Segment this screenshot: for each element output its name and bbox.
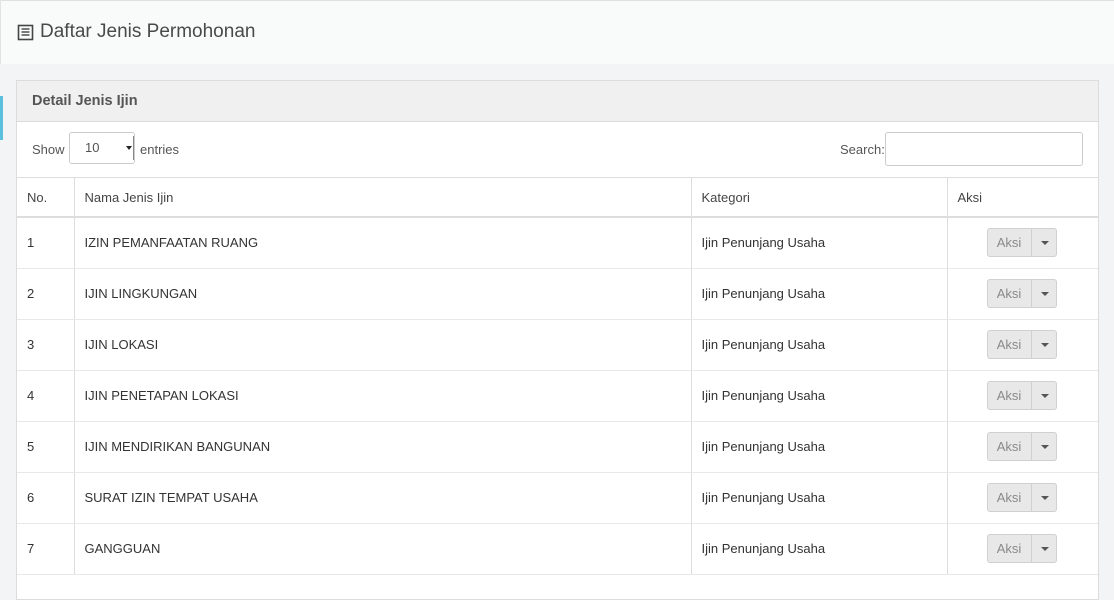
action-button-group: Aksi bbox=[986, 432, 1057, 461]
sidebar-accent bbox=[0, 96, 3, 140]
aksi-dropdown-toggle[interactable] bbox=[1031, 228, 1057, 258]
search-input[interactable] bbox=[885, 132, 1083, 166]
aksi-button[interactable]: Aksi bbox=[986, 330, 1032, 359]
row-number: 6 bbox=[17, 472, 75, 524]
search-label: Search: bbox=[840, 142, 885, 157]
row-number: 4 bbox=[17, 370, 75, 422]
row-permit-name: SURAT IZIN TEMPAT USAHA bbox=[74, 472, 692, 524]
aksi-button[interactable]: Aksi bbox=[986, 432, 1032, 461]
action-button-group: Aksi bbox=[986, 483, 1057, 512]
aksi-dropdown-toggle[interactable] bbox=[1031, 381, 1057, 410]
row-permit-name: IJIN LOKASI bbox=[74, 319, 692, 371]
column-header-nama[interactable]: Nama Jenis Ijin bbox=[74, 178, 692, 218]
row-number: 5 bbox=[17, 421, 75, 473]
table-row: 6 SURAT IZIN TEMPAT USAHA Ijin Penunjang U… bbox=[17, 472, 1098, 524]
row-category: Ijin Penunjang Usaha bbox=[691, 523, 948, 575]
table-row: 4 IJIN PENETAPAN LOKASI Ijin Penunjang Usa… bbox=[17, 370, 1098, 422]
entries-select[interactable]: 10 bbox=[69, 132, 135, 164]
action-button-group: Aksi bbox=[986, 534, 1057, 563]
aksi-button[interactable]: Aksi bbox=[986, 279, 1032, 308]
panel-heading: Detail Jenis Ijin bbox=[17, 81, 1098, 122]
page-header: Daftar Jenis Permohonan bbox=[0, 0, 1114, 64]
row-actions: Aksi bbox=[947, 370, 1098, 422]
page-title-text: Daftar Jenis Permohonan bbox=[40, 21, 256, 42]
row-category: Ijin Penunjang Usaha bbox=[691, 268, 948, 320]
row-category: Ijin Penunjang Usaha bbox=[691, 370, 948, 422]
row-number: 1 bbox=[17, 217, 75, 269]
row-actions: Aksi bbox=[947, 472, 1098, 524]
aksi-dropdown-toggle[interactable] bbox=[1031, 534, 1057, 563]
row-category: Ijin Penunjang Usaha bbox=[691, 472, 948, 524]
table-controls: Show 10 entries Search: bbox=[17, 122, 1098, 178]
entries-select-value: 10 bbox=[85, 140, 100, 155]
table-header-row: No. Nama Jenis Ijin Kategori Aksi bbox=[17, 178, 1098, 218]
table-row: 5 IJIN MENDIRIKAN BANGUNAN Ijin Penunjang … bbox=[17, 421, 1098, 473]
select-scrollbar bbox=[133, 136, 134, 160]
aksi-button[interactable]: Aksi bbox=[986, 534, 1032, 563]
row-category: Ijin Penunjang Usaha bbox=[691, 217, 948, 269]
column-header-aksi: Aksi bbox=[947, 178, 1098, 218]
table-row: 1 IZIN PEMANFAATAN RUANG Ijin Penunjang Us… bbox=[17, 217, 1098, 269]
row-actions: Aksi bbox=[947, 217, 1098, 269]
table-row: 7 GANGGUAN Ijin Penunjang Usaha Aksi bbox=[17, 523, 1098, 575]
column-header-no[interactable]: No. bbox=[17, 178, 75, 218]
entries-label: entries bbox=[140, 142, 180, 157]
chevron-down-icon bbox=[126, 146, 132, 150]
aksi-dropdown-toggle[interactable] bbox=[1031, 483, 1057, 512]
row-permit-name: IJIN PENETAPAN LOKASI bbox=[74, 370, 692, 422]
permit-types-table: No. Nama Jenis Ijin Kategori Aksi 1 IZIN … bbox=[17, 178, 1098, 575]
row-actions: Aksi bbox=[947, 421, 1098, 473]
aksi-dropdown-toggle[interactable] bbox=[1031, 432, 1057, 461]
column-header-kategori[interactable]: Kategori bbox=[691, 178, 948, 218]
aksi-dropdown-toggle[interactable] bbox=[1031, 279, 1057, 308]
row-actions: Aksi bbox=[947, 268, 1098, 320]
action-button-group: Aksi bbox=[986, 228, 1057, 258]
aksi-button[interactable]: Aksi bbox=[986, 228, 1032, 258]
permit-types-panel: Detail Jenis Ijin Show 10 entries Search… bbox=[16, 80, 1099, 600]
row-actions: Aksi bbox=[947, 523, 1098, 575]
row-permit-name: GANGGUAN bbox=[74, 523, 692, 575]
row-number: 3 bbox=[17, 319, 75, 371]
aksi-dropdown-toggle[interactable] bbox=[1031, 330, 1057, 359]
row-number: 2 bbox=[17, 268, 75, 320]
row-permit-name: IJIN MENDIRIKAN BANGUNAN bbox=[74, 421, 692, 473]
show-label: Show bbox=[32, 142, 65, 157]
row-permit-name: IJIN LINGKUNGAN bbox=[74, 268, 692, 320]
row-category: Ijin Penunjang Usaha bbox=[691, 319, 948, 371]
document-list-icon bbox=[17, 24, 34, 40]
row-category: Ijin Penunjang Usaha bbox=[691, 421, 948, 473]
action-button-group: Aksi bbox=[986, 330, 1057, 359]
table-row: 2 IJIN LINGKUNGAN Ijin Penunjang Usaha Aksi bbox=[17, 268, 1098, 320]
page-title: Daftar Jenis Permohonan bbox=[17, 21, 255, 43]
row-permit-name: IZIN PEMANFAATAN RUANG bbox=[74, 217, 692, 269]
aksi-button[interactable]: Aksi bbox=[986, 381, 1032, 410]
action-button-group: Aksi bbox=[986, 381, 1057, 410]
action-button-group: Aksi bbox=[986, 279, 1057, 308]
table-row: 3 IJIN LOKASI Ijin Penunjang Usaha Aksi bbox=[17, 319, 1098, 371]
aksi-button[interactable]: Aksi bbox=[986, 483, 1032, 512]
row-actions: Aksi bbox=[947, 319, 1098, 371]
row-number: 7 bbox=[17, 523, 75, 575]
